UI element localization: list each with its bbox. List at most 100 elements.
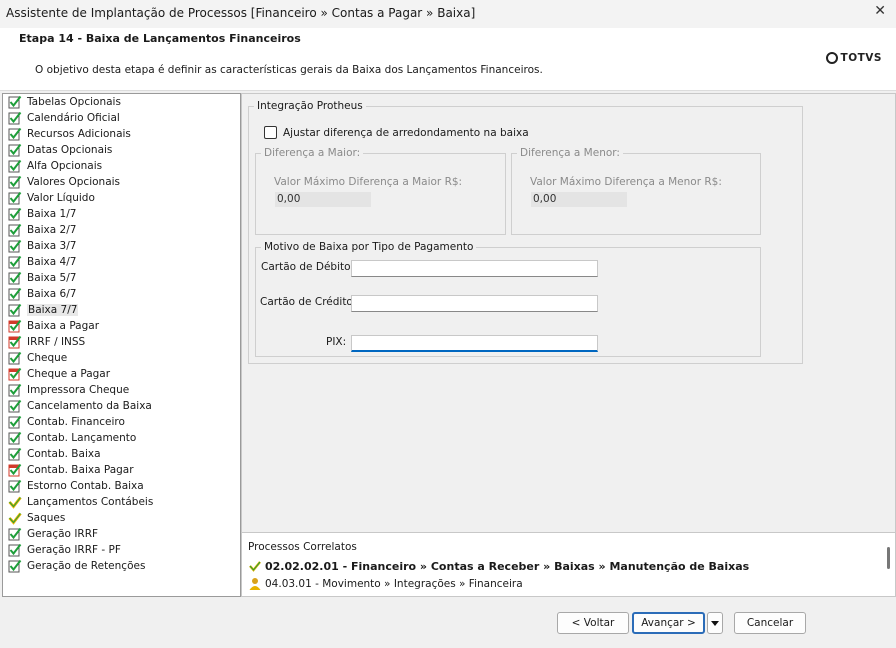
diff-maior-group: Diferença a Maior: bbox=[255, 147, 506, 235]
related-item[interactable]: 04.03.01 - Movimento » Integrações » Fin… bbox=[248, 577, 523, 591]
green-check-icon bbox=[8, 271, 22, 285]
green-check-icon bbox=[8, 255, 22, 269]
sidebar-item[interactable]: Contab. Financeiro bbox=[3, 414, 240, 430]
sidebar-item-label: Valores Opcionais bbox=[27, 176, 121, 188]
sidebar-item[interactable]: Baixa a Pagar bbox=[3, 318, 240, 334]
green-check-icon bbox=[8, 399, 22, 413]
green-check-icon bbox=[8, 559, 22, 573]
cancel-button-label: Cancelar bbox=[746, 617, 794, 629]
related-scrollbar[interactable] bbox=[887, 547, 890, 569]
chevron-down-icon bbox=[711, 620, 719, 626]
sidebar-item[interactable]: Baixa 2/7 bbox=[3, 222, 240, 238]
sidebar-item[interactable]: Baixa 3/7 bbox=[3, 238, 240, 254]
sidebar-item[interactable]: Cheque bbox=[3, 350, 240, 366]
sidebar-item[interactable]: Geração de Retenções bbox=[3, 558, 240, 574]
debit-card-label: Cartão de Débito: bbox=[261, 261, 355, 273]
cancel-button[interactable]: Cancelar bbox=[734, 612, 806, 634]
sidebar-item[interactable]: Cheque a Pagar bbox=[3, 366, 240, 382]
sidebar-item[interactable]: Cancelamento da Baixa bbox=[3, 398, 240, 414]
yellow-check-icon bbox=[8, 511, 22, 525]
adjust-rounding-label: Ajustar diferença de arredondamento na b… bbox=[283, 126, 529, 139]
diff-maior-label: Valor Máximo Diferença a Maior R$: bbox=[274, 176, 463, 188]
sidebar-item-label: Calendário Oficial bbox=[27, 112, 120, 124]
totvs-logo-icon bbox=[825, 52, 838, 64]
related-processes-panel: Processos Correlatos 02.02.02.01 - Finan… bbox=[241, 532, 896, 597]
sidebar-item-label: Contab. Baixa Pagar bbox=[27, 464, 134, 476]
back-button-label: < Voltar bbox=[571, 617, 615, 629]
sidebar-item-label: Estorno Contab. Baixa bbox=[27, 480, 144, 492]
green-check-icon bbox=[8, 175, 22, 189]
pix-label: PIX: bbox=[326, 336, 347, 348]
sidebar-item-label: Contab. Baixa bbox=[27, 448, 101, 460]
pix-input[interactable] bbox=[351, 335, 598, 352]
sidebar-item[interactable]: Baixa 5/7 bbox=[3, 270, 240, 286]
steps-list: Tabelas Opcionais Calendário Oficial Recur… bbox=[3, 94, 240, 574]
green-check-icon bbox=[8, 543, 22, 557]
diff-menor-value: 0,00 bbox=[531, 192, 627, 207]
related-item[interactable]: 02.02.02.01 - Financeiro » Contas a Rece… bbox=[248, 559, 749, 573]
sidebar-item-label: Saques bbox=[27, 512, 66, 524]
green-check-icon bbox=[8, 431, 22, 445]
sidebar-item[interactable]: Baixa 4/7 bbox=[3, 254, 240, 270]
sidebar-item[interactable]: IRRF / INSS bbox=[3, 334, 240, 350]
sidebar-item-label: Baixa 3/7 bbox=[27, 240, 77, 252]
sidebar-item-label: Geração de Retenções bbox=[27, 560, 146, 572]
window-titlebar: Assistente de Implantação de Processos [… bbox=[0, 0, 896, 29]
sidebar-item[interactable]: Lançamentos Contábeis bbox=[3, 494, 240, 510]
sidebar-item-label: Datas Opcionais bbox=[27, 144, 113, 156]
green-check-icon bbox=[8, 191, 22, 205]
red-check-icon bbox=[8, 319, 22, 333]
yellow-check-icon bbox=[248, 559, 262, 573]
sidebar-item[interactable]: Contab. Lançamento bbox=[3, 430, 240, 446]
diff-menor-label: Valor Máximo Diferença a Menor R$: bbox=[530, 176, 722, 188]
back-button[interactable]: < Voltar bbox=[557, 612, 629, 634]
diff-maior-value: 0,00 bbox=[275, 192, 371, 207]
sidebar-item[interactable]: Valores Opcionais bbox=[3, 174, 240, 190]
sidebar-item-label: Cheque bbox=[27, 352, 68, 364]
green-check-icon bbox=[8, 351, 22, 365]
close-icon[interactable]: ✕ bbox=[874, 3, 886, 19]
sidebar-item-label: Geração IRRF - PF bbox=[27, 544, 121, 556]
sidebar-item-label: Alfa Opcionais bbox=[27, 160, 103, 172]
sidebar-item-label: Contab. Lançamento bbox=[27, 432, 137, 444]
sidebar-item-label: Impressora Cheque bbox=[27, 384, 130, 396]
red-check-icon bbox=[8, 367, 22, 381]
sidebar-item-label: Baixa 4/7 bbox=[27, 256, 77, 268]
totvs-logo: TOTVS bbox=[825, 52, 882, 64]
credit-card-input[interactable] bbox=[351, 295, 598, 312]
sidebar-item[interactable]: Saques bbox=[3, 510, 240, 526]
related-item-text: 02.02.02.01 - Financeiro » Contas a Rece… bbox=[265, 559, 750, 573]
diff-menor-group: Diferença a Menor: bbox=[511, 147, 761, 235]
sidebar-item[interactable]: Contab. Baixa bbox=[3, 446, 240, 462]
sidebar-item[interactable]: Datas Opcionais bbox=[3, 142, 240, 158]
sidebar-item[interactable]: Geração IRRF - PF bbox=[3, 542, 240, 558]
sidebar-item-label: Recursos Adicionais bbox=[27, 128, 131, 140]
green-check-icon bbox=[8, 287, 22, 301]
adjust-rounding-checkbox[interactable]: Ajustar diferença de arredondamento na b… bbox=[264, 126, 529, 139]
sidebar-item[interactable]: Geração IRRF bbox=[3, 526, 240, 542]
debit-card-input[interactable] bbox=[351, 260, 598, 277]
green-check-icon bbox=[8, 223, 22, 237]
yellow-check-icon bbox=[8, 495, 22, 509]
sidebar-item[interactable]: Contab. Baixa Pagar bbox=[3, 462, 240, 478]
sidebar-item[interactable]: Baixa 1/7 bbox=[3, 206, 240, 222]
green-check-icon bbox=[8, 383, 22, 397]
green-check-icon bbox=[8, 527, 22, 541]
sidebar-item[interactable]: Impressora Cheque bbox=[3, 382, 240, 398]
red-check-icon bbox=[8, 335, 22, 349]
sidebar-item[interactable]: Tabelas Opcionais bbox=[3, 94, 240, 110]
green-check-icon bbox=[8, 303, 22, 317]
sidebar-item-label: Tabelas Opcionais bbox=[27, 96, 121, 108]
sidebar-item[interactable]: Baixa 7/7 bbox=[3, 302, 240, 318]
next-button[interactable]: Avançar > bbox=[632, 612, 705, 634]
sidebar-item[interactable]: Estorno Contab. Baixa bbox=[3, 478, 240, 494]
related-title: Processos Correlatos bbox=[248, 541, 357, 553]
sidebar-item[interactable]: Alfa Opcionais bbox=[3, 158, 240, 174]
sidebar-item[interactable]: Valor Líquido bbox=[3, 190, 240, 206]
checkbox-box[interactable] bbox=[264, 126, 277, 139]
next-dropdown-button[interactable] bbox=[707, 612, 723, 634]
sidebar-item[interactable]: Baixa 6/7 bbox=[3, 286, 240, 302]
sidebar-item[interactable]: Calendário Oficial bbox=[3, 110, 240, 126]
totvs-logo-text: TOTVS bbox=[840, 52, 882, 64]
sidebar-item[interactable]: Recursos Adicionais bbox=[3, 126, 240, 142]
